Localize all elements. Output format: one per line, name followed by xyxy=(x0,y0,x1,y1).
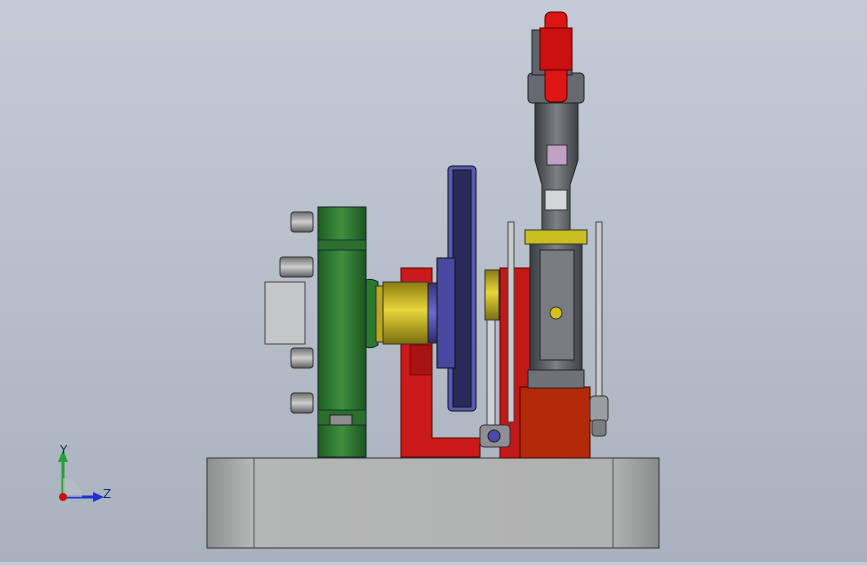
cad-viewport[interactable]: Y Z xyxy=(0,0,867,562)
flywheel-disc[interactable] xyxy=(436,165,477,412)
shaft-collar[interactable] xyxy=(375,281,429,345)
steam-engine-model[interactable] xyxy=(0,0,867,562)
cylinder-base-block[interactable] xyxy=(519,386,591,459)
rod-collar[interactable] xyxy=(484,269,500,321)
end-flange[interactable] xyxy=(264,281,306,345)
y-axis-label: Y xyxy=(59,443,68,457)
top-rocker-lever[interactable] xyxy=(539,11,573,103)
flywheel-hub[interactable] xyxy=(317,206,379,458)
axis-triad: Y Z xyxy=(40,440,120,510)
origin-point xyxy=(59,493,67,501)
z-axis-label: Z xyxy=(103,487,111,501)
base-plate[interactable] xyxy=(206,457,660,549)
